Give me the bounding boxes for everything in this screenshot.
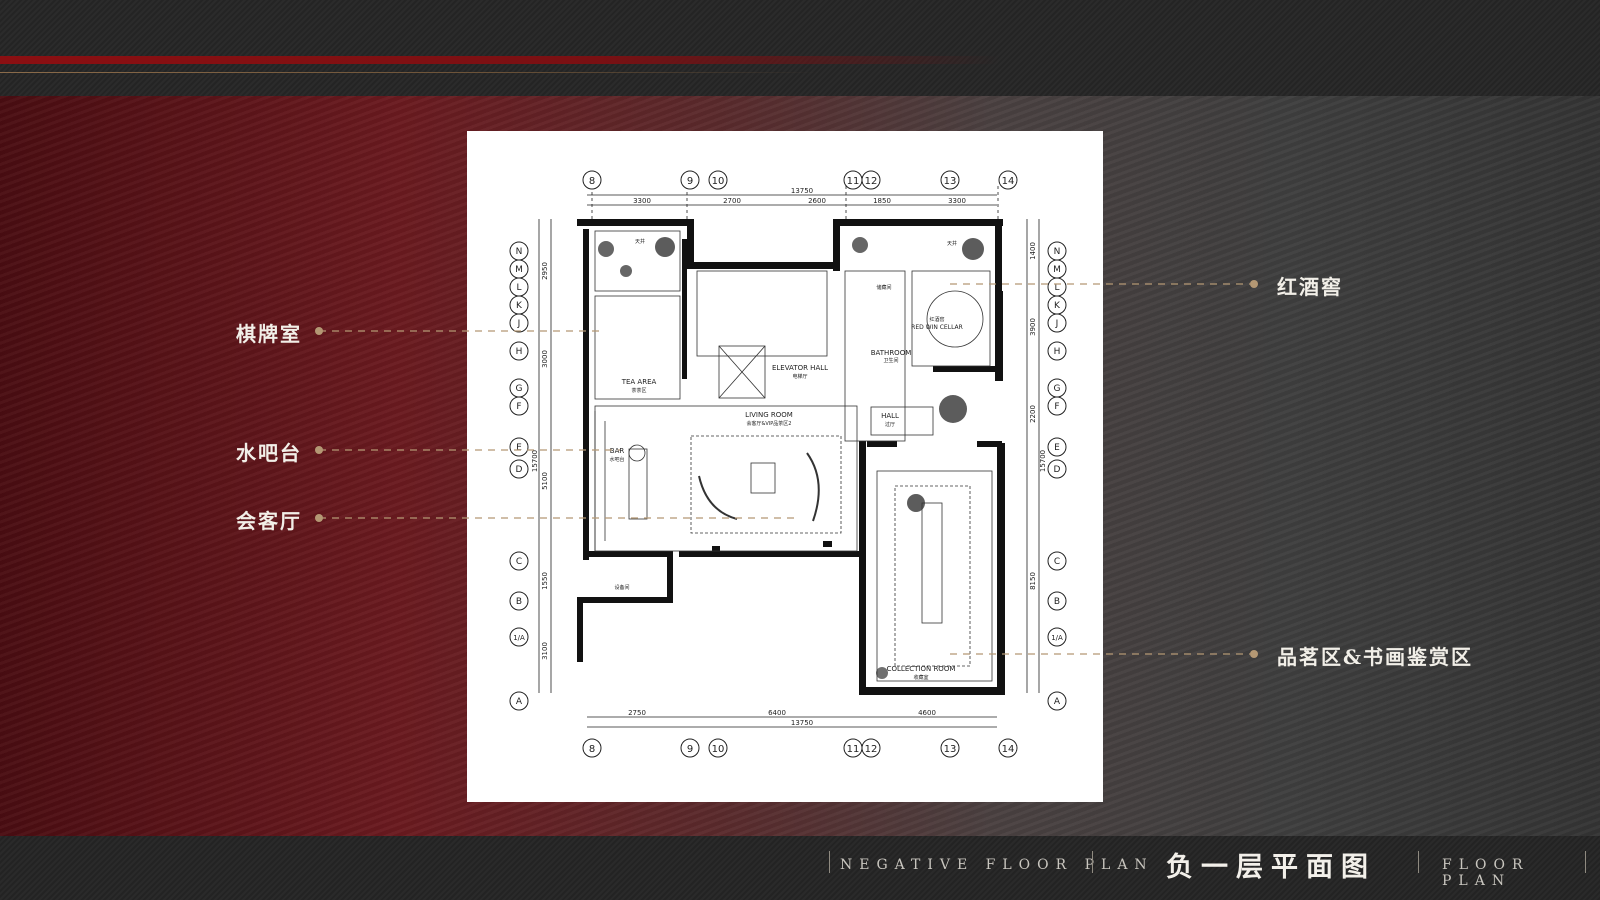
footer-separator xyxy=(1418,851,1419,873)
callout-wine-cellar: 红酒窖 xyxy=(1277,275,1343,299)
callout-reception-hall: 会客厅 xyxy=(236,509,302,533)
footer-right-label: FLOOR PLAN xyxy=(1442,857,1530,889)
footer-separator xyxy=(1092,851,1093,873)
footer-separator xyxy=(829,851,830,873)
footer-title: 负一层平面图 xyxy=(1166,852,1376,883)
callout-tea-art-area: 品茗区&书画鉴赏区 xyxy=(1277,645,1474,669)
footer-separator xyxy=(1585,851,1586,873)
callout-water-bar: 水吧台 xyxy=(236,441,302,465)
callout-chess-room: 棋牌室 xyxy=(236,322,302,346)
footer-left-label: NEGATIVE FLOOR PLAN xyxy=(840,857,1154,873)
